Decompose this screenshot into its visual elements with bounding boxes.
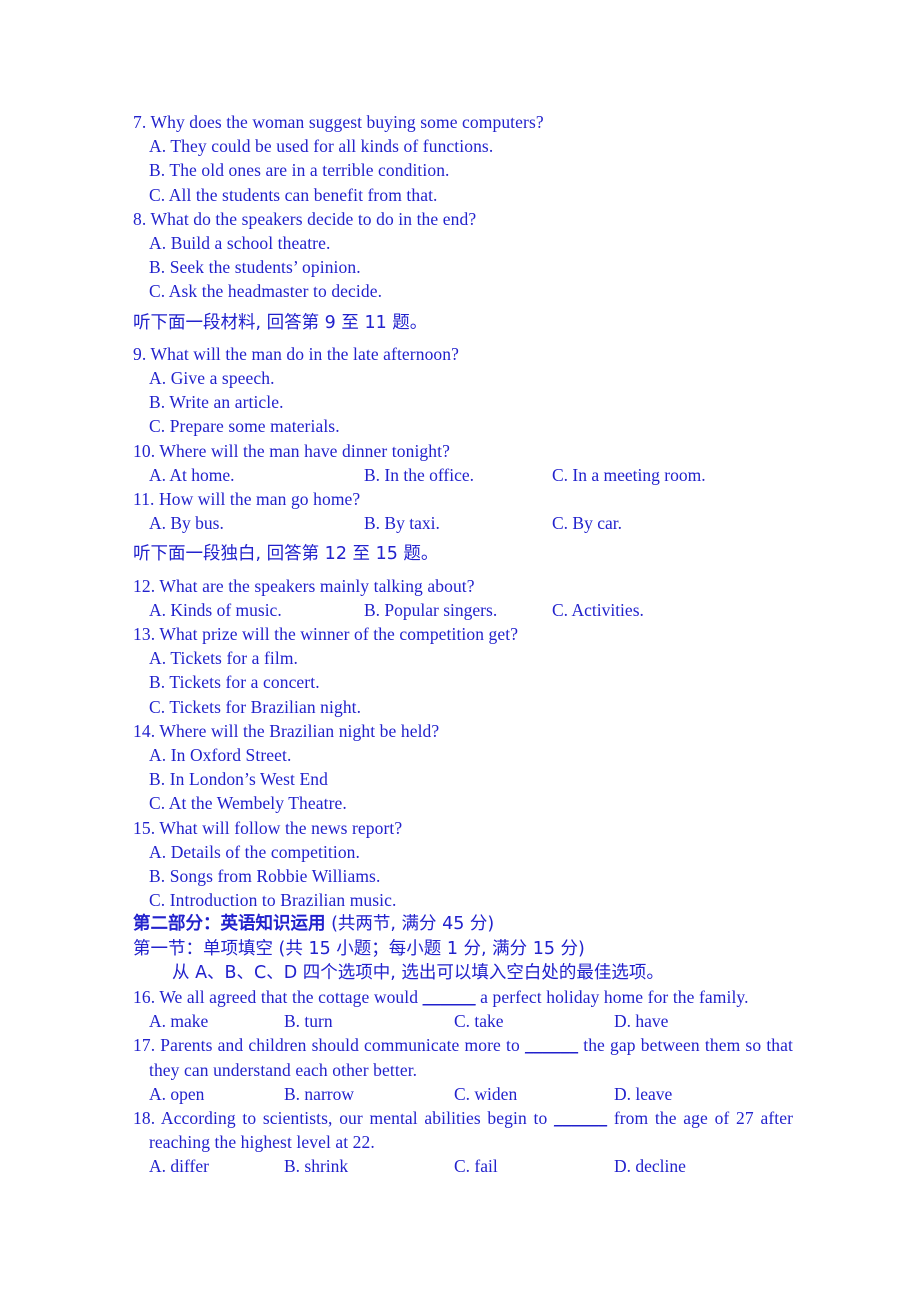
part-two-heading-bold: 第二部分：英语知识运用 bbox=[133, 914, 326, 935]
question-15-option-c[interactable]: C. Introduction to Brazilian music. bbox=[149, 888, 793, 912]
question-13-option-a[interactable]: A. Tickets for a film. bbox=[149, 646, 793, 670]
question-11-options: A. By bus. B. By taxi. C. By car. bbox=[133, 511, 793, 535]
question-15-option-b[interactable]: B. Songs from Robbie Williams. bbox=[149, 864, 793, 888]
question-17-stem-after: the gap between them so that bbox=[578, 1035, 793, 1056]
question-18-option-a[interactable]: A. differ bbox=[149, 1154, 209, 1178]
question-18-stem-line2: reaching the highest level at 22. bbox=[149, 1132, 375, 1153]
question-8-option-a[interactable]: A. Build a school theatre. bbox=[149, 231, 793, 255]
question-7-option-a[interactable]: A. They could be used for all kinds of f… bbox=[149, 134, 793, 158]
question-12-options: A. Kinds of music. B. Popular singers. C… bbox=[133, 598, 793, 622]
question-10-option-a[interactable]: A. At home. bbox=[149, 463, 235, 487]
question-12-option-a[interactable]: A. Kinds of music. bbox=[149, 598, 282, 622]
part-two-heading: 第二部分：英语知识运用 (共两节, 满分 45 分) bbox=[133, 912, 793, 936]
question-17-stem-before: 17. Parents and children should communic… bbox=[133, 1035, 525, 1056]
question-18-options: A. differ B. shrink C. fail D. decline bbox=[133, 1154, 793, 1178]
question-stem-18: 18. According to scientists, our mental … bbox=[133, 1106, 793, 1130]
question-10-option-c[interactable]: C. In a meeting room. bbox=[552, 463, 706, 487]
exam-page: 7. Why does the woman suggest buying som… bbox=[0, 0, 920, 1302]
question-stem-12: 12. What are the speakers mainly talking… bbox=[133, 575, 475, 596]
question-11-option-c[interactable]: C. By car. bbox=[552, 511, 622, 535]
question-10-option-b[interactable]: B. In the office. bbox=[364, 463, 474, 487]
question-18-option-d[interactable]: D. decline bbox=[614, 1154, 686, 1178]
question-13-option-b[interactable]: B. Tickets for a concert. bbox=[149, 670, 793, 694]
question-16-stem-before: 16. We all agreed that the cottage would bbox=[133, 987, 423, 1008]
question-14-option-b[interactable]: B. In London’s West End bbox=[149, 767, 793, 791]
listening-instruction-12-15: 听下面一段独白, 回答第 12 至 15 题。 bbox=[133, 544, 439, 565]
question-18-option-c[interactable]: C. fail bbox=[454, 1154, 498, 1178]
question-stem-7: 7. Why does the woman suggest buying som… bbox=[133, 112, 544, 132]
question-17-option-c[interactable]: C. widen bbox=[454, 1082, 517, 1106]
question-17-option-a[interactable]: A. open bbox=[149, 1082, 204, 1106]
question-17-options: A. open B. narrow C. widen D. leave bbox=[133, 1082, 793, 1106]
question-stem-13: 13. What prize will the winner of the co… bbox=[133, 624, 519, 645]
question-16-options: A. make B. turn C. take D. have bbox=[133, 1009, 793, 1033]
question-11-option-b[interactable]: B. By taxi. bbox=[364, 511, 440, 535]
question-16-option-b[interactable]: B. turn bbox=[284, 1009, 333, 1033]
question-stem-9: 9. What will the man do in the late afte… bbox=[133, 343, 459, 364]
question-15-option-a[interactable]: A. Details of the competition. bbox=[149, 840, 793, 864]
question-18-stem-before: 18. According to scientists, our mental … bbox=[133, 1108, 555, 1129]
question-9-option-b[interactable]: B. Write an article. bbox=[149, 390, 793, 414]
question-13-option-c[interactable]: C. Tickets for Brazilian night. bbox=[149, 695, 793, 719]
question-stem-16: 16. We all agreed that the cottage would… bbox=[133, 985, 793, 1009]
question-stem-17: 17. Parents and children should communic… bbox=[133, 1033, 793, 1057]
question-stem-15: 15. What will follow the news report? bbox=[133, 817, 403, 838]
question-9-option-a[interactable]: A. Give a speech. bbox=[149, 366, 793, 390]
question-12-option-b[interactable]: B. Popular singers. bbox=[364, 598, 497, 622]
question-10-options: A. At home. B. In the office. C. In a me… bbox=[133, 463, 793, 487]
question-17-blank[interactable]: ______ bbox=[525, 1035, 578, 1055]
question-18-blank[interactable]: ______ bbox=[554, 1108, 607, 1128]
question-stem-8: 8. What do the speakers decide to do in … bbox=[133, 208, 477, 229]
question-stem-10: 10. Where will the man have dinner tonig… bbox=[133, 440, 450, 461]
question-7-option-b[interactable]: B. The old ones are in a terrible condit… bbox=[149, 158, 793, 182]
question-17-stem-line2: they can understand each other better. bbox=[149, 1059, 418, 1080]
section-one-directions: 从 A、B、C、D 四个选项中, 选出可以填入空白处的最佳选项。 bbox=[172, 962, 664, 983]
question-stem-11: 11. How will the man go home? bbox=[133, 489, 361, 510]
question-7-option-c[interactable]: C. All the students can benefit from tha… bbox=[149, 183, 793, 207]
question-14-option-c[interactable]: C. At the Wembely Theatre. bbox=[149, 791, 793, 815]
question-8-option-c[interactable]: C. Ask the headmaster to decide. bbox=[149, 279, 793, 303]
question-16-option-c[interactable]: C. take bbox=[454, 1009, 504, 1033]
question-17-option-b[interactable]: B. narrow bbox=[284, 1082, 354, 1106]
question-11-option-a[interactable]: A. By bus. bbox=[149, 511, 224, 535]
part-two-heading-score: (共两节, 满分 45 分) bbox=[325, 914, 495, 935]
question-8-option-b[interactable]: B. Seek the students’ opinion. bbox=[149, 255, 793, 279]
question-16-blank[interactable]: ______ bbox=[423, 987, 476, 1007]
section-one-heading: 第一节：单项填空 (共 15 小题；每小题 1 分, 满分 15 分) bbox=[133, 938, 585, 959]
question-18-option-b[interactable]: B. shrink bbox=[284, 1154, 348, 1178]
question-12-option-c[interactable]: C. Activities. bbox=[552, 598, 644, 622]
question-16-stem-after: a perfect holiday home for the family. bbox=[475, 987, 749, 1008]
question-16-option-a[interactable]: A. make bbox=[149, 1009, 208, 1033]
question-18-stem-after: from the age of 27 after bbox=[607, 1108, 793, 1129]
question-17-option-d[interactable]: D. leave bbox=[614, 1082, 672, 1106]
question-16-option-d[interactable]: D. have bbox=[614, 1009, 668, 1033]
question-stem-14: 14. Where will the Brazilian night be he… bbox=[133, 720, 440, 741]
question-14-option-a[interactable]: A. In Oxford Street. bbox=[149, 743, 793, 767]
question-9-option-c[interactable]: C. Prepare some materials. bbox=[149, 414, 793, 438]
listening-instruction-9-11: 听下面一段材料, 回答第 9 至 11 题。 bbox=[133, 312, 428, 333]
